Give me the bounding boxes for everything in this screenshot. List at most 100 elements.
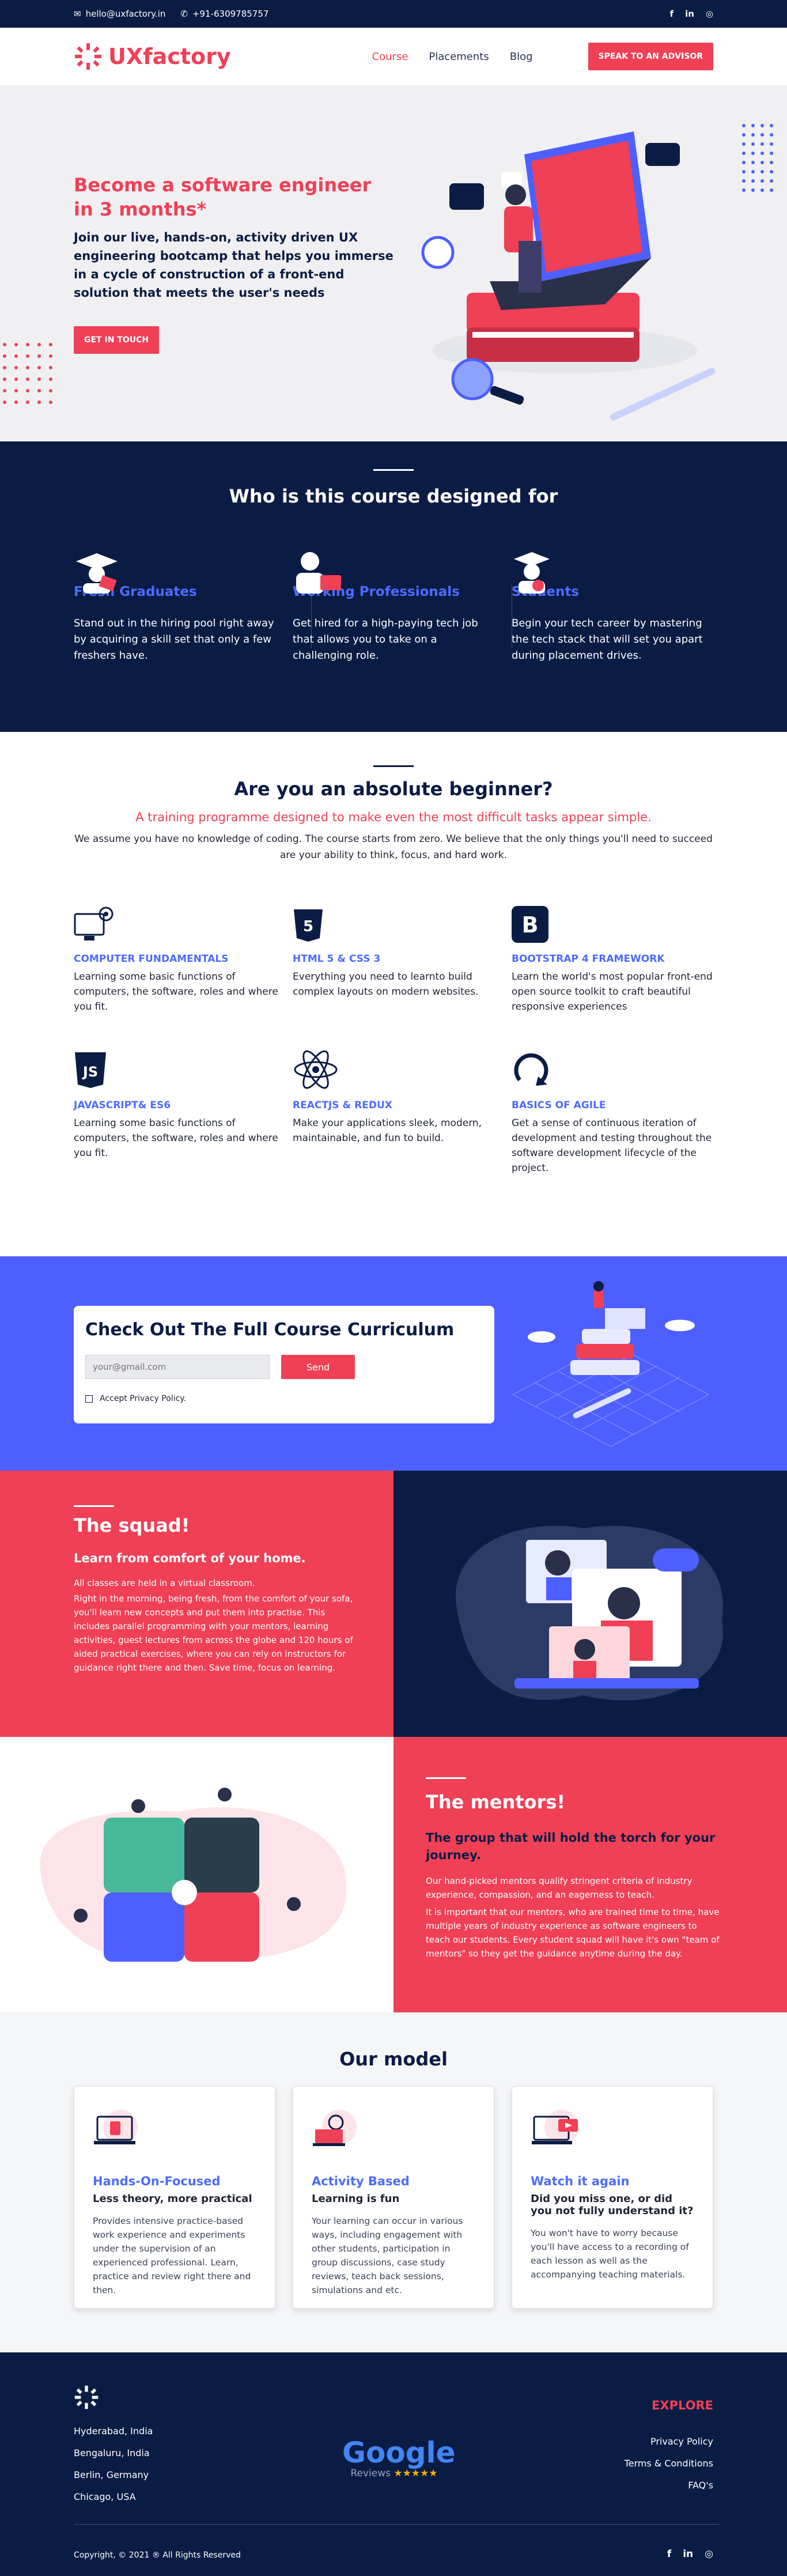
- mentors-intro: Our hand-picked mentors qualify stringen…: [426, 1876, 693, 1900]
- nav-course[interactable]: Course: [372, 51, 408, 63]
- instagram-icon[interactable]: ◎: [705, 2548, 713, 2560]
- mentors-illustration-panel: [0, 1737, 394, 2012]
- model-card-activity-based: Activity Based Learning is fun Your lear…: [293, 2086, 494, 2309]
- student-icon: [514, 552, 550, 594]
- privacy-checkbox[interactable]: [85, 1395, 93, 1403]
- mail-icon: ✉: [74, 9, 81, 19]
- javascript-icon: JS: [75, 1052, 106, 1088]
- facebook-icon[interactable]: f: [670, 9, 674, 19]
- google-wordmark: Google: [342, 2436, 456, 2469]
- divider: [74, 2524, 719, 2525]
- audience-card-desc: Begin your tech career by mastering the …: [512, 617, 703, 662]
- mentors-section: The mentors! The group that will hold th…: [0, 1737, 787, 2012]
- beginner-desc: We assume you have no knowledge of codin…: [74, 833, 713, 861]
- model-card-subtitle: Did you miss one, or did you not fully u…: [531, 2193, 694, 2217]
- curriculum-section: Check Out The Full Course Curriculum Sen…: [0, 1256, 787, 1471]
- curriculum-title: Check Out The Full Course Curriculum: [85, 1320, 455, 1340]
- speak-advisor-button[interactable]: SPEAK TO AN ADVISOR: [588, 43, 713, 70]
- phone-link[interactable]: ✆ +91-6309785757: [180, 9, 268, 19]
- model-section: Our model Hands-On-Focused Less theory, …: [0, 2012, 787, 2352]
- graduate-icon: [76, 553, 118, 594]
- footer-link-terms[interactable]: Terms & Conditions: [625, 2453, 713, 2475]
- nav-placements[interactable]: Placements: [429, 51, 489, 63]
- skill-title: BOOTSTRAP 4 FRAMEWORK: [512, 953, 665, 965]
- footer-link-privacy[interactable]: Privacy Policy: [625, 2431, 713, 2453]
- model-title: Our model: [339, 2048, 448, 2070]
- skill-agile: BASICS OF AGILE Get a sense of continuou…: [512, 1050, 719, 1176]
- hero-illustration: [421, 131, 716, 421]
- skill-title: COMPUTER FUNDAMENTALS: [74, 953, 229, 965]
- squad-title: The squad!: [74, 1514, 190, 1536]
- email-field[interactable]: [85, 1355, 270, 1379]
- virtual-classroom-illustration: [455, 1525, 723, 1701]
- mentors-title: The mentors!: [426, 1791, 565, 1813]
- svg-text:5: 5: [303, 918, 313, 935]
- city-item: Bengaluru, India: [74, 2447, 150, 2458]
- react-icon: [294, 1050, 338, 1089]
- dot-pattern-right: [742, 124, 773, 192]
- squad-subtitle: Learn from comfort of your home.: [74, 1551, 306, 1565]
- mentors-desc: It is important that our mentors, who ar…: [426, 1907, 720, 1959]
- model-card-title: Hands-On-Focused: [93, 2174, 221, 2188]
- model-card-subtitle: Less theory, more practical: [93, 2193, 252, 2205]
- model-card-desc: You won't have to worry because you'll h…: [531, 2228, 689, 2280]
- model-card-hands-on: Hands-On-Focused Less theory, more pract…: [74, 2086, 275, 2309]
- google-reviews-badge[interactable]: Google Reviews ★★★★★: [342, 2436, 456, 2479]
- audience-card-desc: Get hired for a high-paying tech job tha…: [293, 617, 478, 662]
- skill-desc: Make your applications sleek, modern, ma…: [293, 1117, 482, 1144]
- skill-computer-fundamentals: COMPUTER FUNDAMENTALS Learning some basi…: [74, 906, 281, 1014]
- curriculum-form: Check Out The Full Course Curriculum Sen…: [74, 1306, 494, 1423]
- footer-links: EXPLORE Privacy Policy Terms & Condition…: [625, 2399, 713, 2496]
- video-replay-icon: [532, 2110, 579, 2144]
- skill-javascript: JS JAVASCRIPT& ES6 Learning some basic f…: [74, 1050, 281, 1161]
- nav-blog[interactable]: Blog: [510, 51, 533, 63]
- computer-gear-icon: [74, 906, 113, 940]
- privacy-label: Accept Privacy Policy.: [100, 1394, 187, 1403]
- brand-logo[interactable]: UXfactory: [74, 42, 231, 71]
- bootstrap-icon: B: [512, 906, 548, 943]
- linkedin-icon[interactable]: in: [683, 2548, 693, 2560]
- footer-link-faq[interactable]: FAQ's: [625, 2475, 713, 2496]
- squad-desc: Right in the morning, being fresh, from …: [74, 1593, 353, 1673]
- puzzle-team-illustration: [40, 1788, 346, 1962]
- contact-bar: ✉ hello@uxfactory.in ✆ +91-6309785757 f in…: [0, 0, 787, 28]
- audience-card-desc: Stand out in the hiring pool right away …: [74, 617, 274, 662]
- divider: [426, 1777, 466, 1779]
- brand-name: UXfactory: [108, 44, 231, 69]
- squad-section: The squad! Learn from comfort of your ho…: [0, 1471, 787, 1737]
- facebook-icon[interactable]: f: [667, 2548, 671, 2560]
- divider: [74, 1505, 114, 1507]
- hero-title: Become a software engineer in 3 months*: [74, 174, 372, 220]
- hero-section: Become a software engineer in 3 months* …: [0, 85, 787, 441]
- beginner-title: Are you an absolute beginner?: [234, 778, 553, 800]
- audience-title: Who is this course designed for: [229, 485, 558, 507]
- beginner-section: Are you an absolute beginner? A training…: [0, 732, 787, 1256]
- linkedin-icon[interactable]: in: [685, 9, 694, 19]
- divider: [373, 469, 414, 471]
- model-card-subtitle: Learning is fun: [312, 2193, 400, 2205]
- city-item: Chicago, USA: [74, 2491, 136, 2502]
- html5-icon: 5: [294, 909, 323, 942]
- send-button[interactable]: Send: [281, 1355, 355, 1379]
- instagram-icon[interactable]: ◎: [706, 9, 713, 19]
- squad-illustration-panel: [394, 1471, 787, 1737]
- skill-desc: Get a sense of continuous iteration of d…: [512, 1117, 712, 1174]
- audience-card-fresh-graduates: Fresh Graduates Stand out in the hiring …: [74, 549, 281, 664]
- skill-bootstrap: B BOOTSTRAP 4 FRAMEWORK Learn the world'…: [512, 906, 719, 1014]
- beginner-subtitle: A training programme designed to make ev…: [135, 810, 652, 824]
- skill-desc: Everything you need to learnto build com…: [293, 971, 479, 998]
- skill-title: REACTJS & REDUX: [293, 1100, 392, 1111]
- audience-card-students: Students Begin your tech career by maste…: [512, 549, 719, 664]
- skill-desc: Learning some basic functions of compute…: [74, 1117, 278, 1159]
- header: UXfactory Course Placements Blog SPEAK T…: [0, 28, 787, 85]
- city-item: Berlin, Germany: [74, 2469, 149, 2480]
- skill-title: JAVASCRIPT& ES6: [74, 1100, 171, 1111]
- get-in-touch-button[interactable]: GET IN TOUCH: [74, 326, 160, 354]
- explore-heading: EXPLORE: [652, 2399, 713, 2412]
- skill-react: REACTJS & REDUX Make your applications s…: [293, 1050, 500, 1146]
- model-card-title: Watch it again: [531, 2174, 630, 2188]
- email-link[interactable]: ✉ hello@uxfactory.in: [74, 9, 165, 19]
- mentors-subtitle: The group that will hold the torch for y…: [426, 1831, 716, 1862]
- skill-title: HTML 5 & CSS 3: [293, 953, 381, 965]
- divider: [373, 765, 414, 767]
